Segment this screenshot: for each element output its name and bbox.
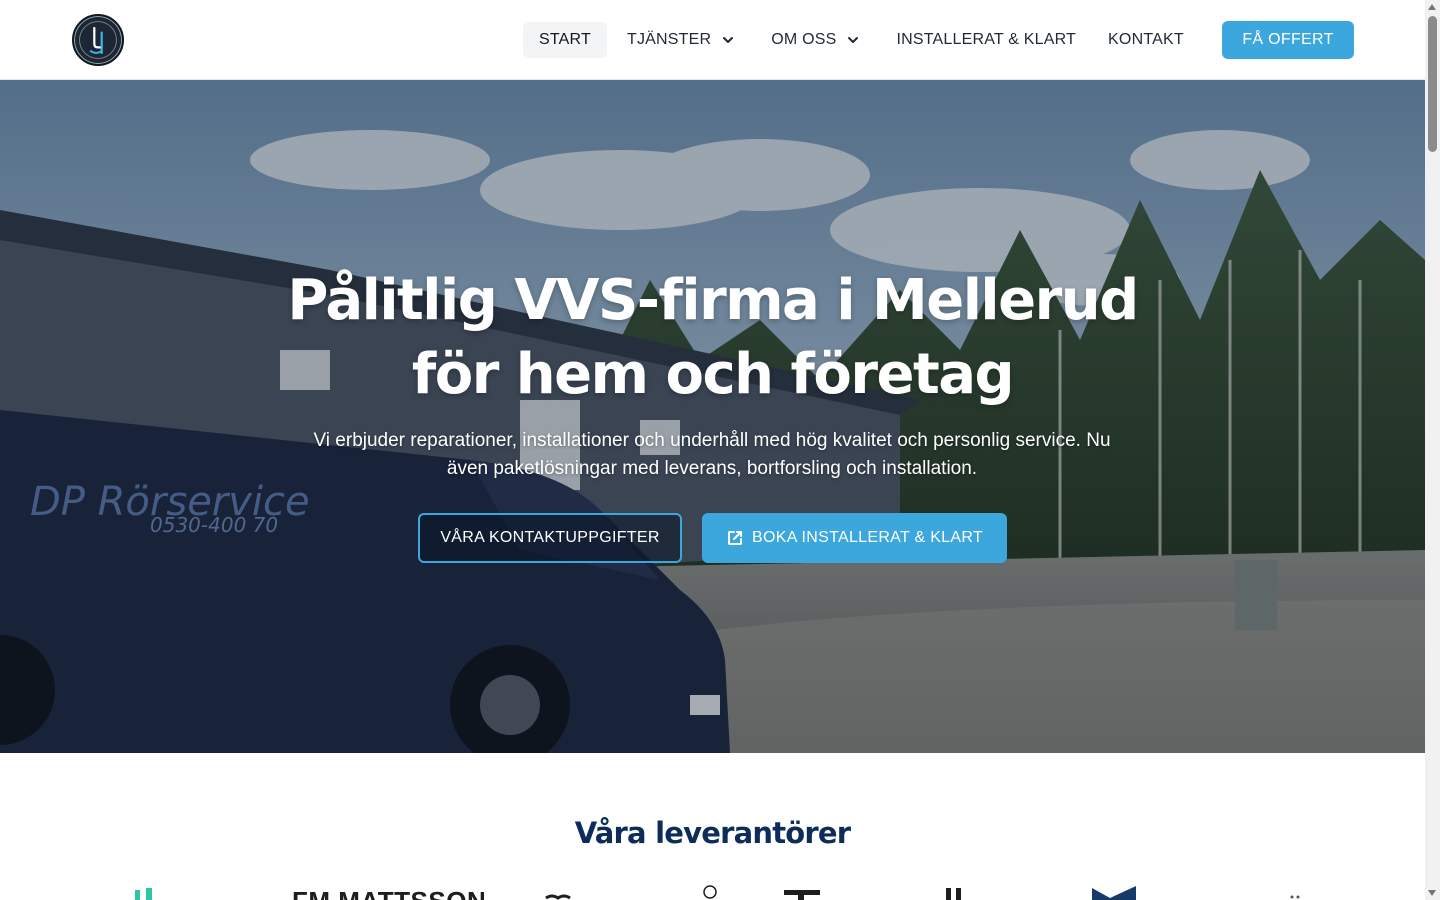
supplier-logo-5 — [784, 890, 820, 900]
scrollbar-thumb[interactable] — [1428, 16, 1437, 152]
nav-item-tjanster[interactable]: TJÄNSTER — [611, 22, 751, 58]
supplier-logo-3 — [545, 894, 571, 900]
external-link-icon — [728, 531, 742, 545]
supplier-logo-1 — [135, 888, 152, 900]
supplier-logo-8 — [1290, 895, 1300, 899]
nav-item-om-oss[interactable]: OM OSS — [755, 22, 876, 58]
supplier-logo-fm-mattsson: FM MATTSSON — [292, 888, 486, 900]
suppliers-heading: Våra leverantörer — [574, 816, 851, 850]
hero-overlay — [0, 80, 1425, 753]
nav-item-label: OM OSS — [771, 31, 837, 48]
nav-item-label: START — [539, 31, 591, 48]
site-header: START TJÄNSTER OM OSS INSTALLERAT & KLAR… — [0, 0, 1425, 80]
company-logo[interactable] — [72, 14, 124, 66]
supplier-logo-7 — [1092, 886, 1136, 900]
logo-emblem-icon — [79, 21, 117, 59]
main-nav: START TJÄNSTER OM OSS INSTALLERAT & KLAR… — [523, 22, 1200, 58]
hero-title-line-2: för hem och företag — [411, 342, 1015, 407]
nav-item-start[interactable]: START — [523, 22, 607, 58]
book-installation-button[interactable]: BOKA INSTALLERAT & KLART — [702, 513, 1007, 563]
nav-item-label: TJÄNSTER — [626, 31, 712, 48]
page-scrollbar[interactable] — [1425, 0, 1440, 900]
book-installation-label: BOKA INSTALLERAT & KLART — [752, 529, 983, 546]
scroll-down-arrow-icon[interactable] — [1428, 890, 1436, 896]
scroll-up-arrow-icon[interactable] — [1428, 4, 1436, 10]
supplier-logo-4 — [703, 885, 717, 899]
hero-subtitle: Vi erbjuder reparationer, installationer… — [313, 430, 1111, 479]
nav-item-installerat-klart[interactable]: INSTALLERAT & KLART — [880, 22, 1092, 58]
contact-details-label: VÅRA KONTAKTUPPGIFTER — [440, 529, 660, 546]
hero-title-line-1: Pålitlig VVS-firma i Mellerud — [287, 268, 1139, 333]
chevron-down-icon — [723, 37, 734, 43]
get-offer-label: FÅ OFFERT — [1242, 31, 1334, 48]
get-offer-button[interactable]: FÅ OFFERT — [1222, 21, 1354, 59]
chevron-down-icon — [848, 37, 859, 43]
nav-item-label: INSTALLERAT & KLART — [896, 31, 1077, 48]
nav-item-label: KONTAKT — [1108, 31, 1184, 48]
hero-section: DP Rörservice 0530-400 70 Pålitlig VVS-f… — [0, 80, 1425, 753]
nav-item-kontakt[interactable]: KONTAKT — [1092, 22, 1200, 58]
supplier-logo-strip: FM MATTSSON — [0, 884, 1425, 900]
contact-details-button[interactable]: VÅRA KONTAKTUPPGIFTER — [418, 513, 682, 563]
hero-title: Pålitlig VVS-firma i Mellerud för hem oc… — [0, 264, 1425, 412]
supplier-logo-6 — [946, 888, 961, 900]
